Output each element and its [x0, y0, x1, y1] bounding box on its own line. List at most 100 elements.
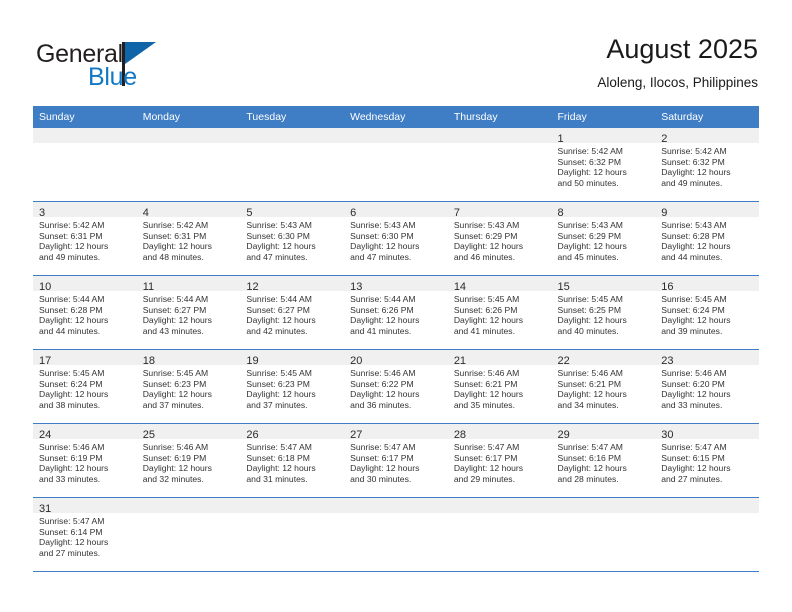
calendar-day-cell[interactable]: 18 Sunrise: 5:45 AM Sunset: 6:23 PM Dayligh… — [136, 349, 241, 424]
day-detail-lines: Sunrise: 5:44 AM Sunset: 6:27 PM Daylight:… — [137, 291, 241, 336]
day-number-strip — [240, 128, 345, 143]
calendar-day-cell[interactable]: 29 Sunrise: 5:47 AM Sunset: 6:16 PM Dayligh… — [551, 423, 656, 498]
sunrise-text: Sunrise: 5:44 AM — [246, 294, 312, 304]
daylight-text: Daylight: 12 hours — [661, 167, 731, 178]
calendar-day-cell[interactable]: 13 Sunrise: 5:44 AM Sunset: 6:26 PM Dayligh… — [344, 275, 448, 350]
day-number-strip — [447, 498, 552, 513]
calendar-day-cell[interactable]: 3 Sunrise: 5:42 AM Sunset: 6:31 PM Daylight… — [33, 201, 137, 276]
daylight-text: Daylight: 12 hours — [557, 463, 627, 474]
daylight-text: Daylight: 12 hours — [350, 315, 420, 326]
sunrise-text: Sunrise: 5:44 AM — [39, 294, 105, 304]
calendar-day-cell[interactable]: 10 Sunrise: 5:44 AM Sunset: 6:28 PM Dayligh… — [33, 275, 137, 350]
calendar-day-cell[interactable]: 1 Sunrise: 5:42 AM Sunset: 6:32 PM Daylight… — [551, 128, 656, 202]
calendar-day-cell[interactable]: 15 Sunrise: 5:45 AM Sunset: 6:25 PM Dayligh… — [551, 275, 656, 350]
day-cell-inner: 23 Sunrise: 5:46 AM Sunset: 6:20 PM Dayligh… — [655, 350, 759, 423]
calendar-day-cell[interactable]: 17 Sunrise: 5:45 AM Sunset: 6:24 PM Dayligh… — [33, 349, 137, 424]
day-number-strip: 8 — [551, 202, 656, 219]
daylight-text-cont: and 49 minutes. — [39, 251, 101, 262]
calendar-day-cell[interactable]: 31 Sunrise: 5:47 AM Sunset: 6:14 PM Dayligh… — [33, 497, 137, 572]
day-detail-lines — [448, 143, 552, 146]
calendar-day-cell[interactable]: 14 Sunrise: 5:45 AM Sunset: 6:26 PM Dayligh… — [447, 275, 552, 350]
day-cell-inner — [655, 498, 759, 571]
day-cell-inner: 18 Sunrise: 5:45 AM Sunset: 6:23 PM Dayligh… — [136, 350, 241, 423]
calendar-day-cell[interactable]: 7 Sunrise: 5:43 AM Sunset: 6:29 PM Daylight… — [447, 201, 552, 276]
daylight-text: Daylight: 12 hours — [661, 315, 731, 326]
day-number-strip: 13 — [344, 276, 448, 293]
sunrise-text: Sunrise: 5:45 AM — [453, 294, 520, 304]
day-cell-inner: 22 Sunrise: 5:46 AM Sunset: 6:21 PM Dayligh… — [551, 350, 656, 423]
sunrise-text: Sunrise: 5:46 AM — [661, 368, 727, 378]
daylight-text-cont: and 43 minutes. — [142, 325, 204, 336]
sunrise-text: Sunrise: 5:42 AM — [557, 146, 623, 156]
day-number-strip — [655, 498, 759, 513]
day-cell-inner: 1 Sunrise: 5:42 AM Sunset: 6:32 PM Daylight… — [551, 128, 656, 201]
calendar-day-cell[interactable]: 26 Sunrise: 5:47 AM Sunset: 6:18 PM Dayligh… — [240, 423, 345, 498]
daylight-text: Daylight: 12 hours — [557, 241, 627, 252]
day-detail-lines: Sunrise: 5:42 AM Sunset: 6:31 PM Daylight:… — [33, 217, 137, 262]
calendar-day-cell[interactable]: 28 Sunrise: 5:47 AM Sunset: 6:17 PM Dayligh… — [447, 423, 552, 498]
day-cell-inner — [344, 128, 448, 201]
calendar-page: General Blue August 2025 Aloleng, Ilocos… — [0, 0, 792, 612]
day-detail-lines: Sunrise: 5:44 AM Sunset: 6:27 PM Daylight:… — [240, 291, 344, 336]
day-detail-lines: Sunrise: 5:43 AM Sunset: 6:28 PM Daylight:… — [655, 217, 759, 262]
calendar-day-cell[interactable]: 4 Sunrise: 5:42 AM Sunset: 6:31 PM Daylight… — [136, 201, 241, 276]
sunrise-text: Sunrise: 5:43 AM — [557, 220, 623, 230]
calendar-day-cell[interactable]: 8 Sunrise: 5:43 AM Sunset: 6:29 PM Daylight… — [551, 201, 656, 276]
day-number-strip: 26 — [240, 424, 345, 441]
calendar-day-cell[interactable]: 6 Sunrise: 5:43 AM Sunset: 6:30 PM Daylight… — [344, 201, 448, 276]
weekday-header-saturday: Saturday — [655, 106, 759, 128]
sunset-text: Sunset: 6:23 PM — [142, 378, 207, 389]
sunrise-text: Sunrise: 5:42 AM — [142, 220, 209, 230]
day-detail-lines — [655, 513, 759, 516]
calendar-day-cell[interactable]: 30 Sunrise: 5:47 AM Sunset: 6:15 PM Dayligh… — [655, 423, 759, 498]
day-number-strip: 29 — [551, 424, 656, 441]
calendar-day-cell[interactable]: 9 Sunrise: 5:43 AM Sunset: 6:28 PM Daylight… — [655, 201, 759, 276]
calendar-day-cell[interactable]: 5 Sunrise: 5:43 AM Sunset: 6:30 PM Daylight… — [240, 201, 345, 276]
sunrise-text: Sunrise: 5:46 AM — [39, 442, 105, 452]
calendar-day-cell[interactable]: 11 Sunrise: 5:44 AM Sunset: 6:27 PM Dayligh… — [136, 275, 241, 350]
calendar-week-row: 31 Sunrise: 5:47 AM Sunset: 6:14 PM Dayligh… — [33, 497, 759, 572]
day-detail-lines: Sunrise: 5:46 AM Sunset: 6:19 PM Daylight:… — [33, 439, 137, 484]
day-detail-lines: Sunrise: 5:47 AM Sunset: 6:17 PM Daylight:… — [448, 439, 552, 484]
daylight-text: Daylight: 12 hours — [39, 463, 109, 474]
day-cell-inner — [447, 498, 552, 571]
calendar-day-cell[interactable]: 19 Sunrise: 5:45 AM Sunset: 6:23 PM Dayligh… — [240, 349, 345, 424]
day-cell-inner: 30 Sunrise: 5:47 AM Sunset: 6:15 PM Dayligh… — [655, 424, 759, 497]
sunrise-text: Sunrise: 5:42 AM — [39, 220, 105, 230]
day-number: 15 — [557, 281, 570, 293]
day-number-strip: 5 — [240, 202, 345, 219]
weekday-header-friday: Friday — [551, 106, 656, 128]
calendar-day-cell[interactable]: 12 Sunrise: 5:44 AM Sunset: 6:27 PM Dayligh… — [240, 275, 345, 350]
calendar-day-cell[interactable]: 21 Sunrise: 5:46 AM Sunset: 6:21 PM Dayligh… — [447, 349, 552, 424]
day-number: 23 — [661, 355, 674, 367]
day-detail-lines — [344, 143, 448, 146]
calendar-day-cell[interactable]: 27 Sunrise: 5:47 AM Sunset: 6:17 PM Dayligh… — [344, 423, 448, 498]
day-number-strip: 3 — [33, 202, 137, 219]
calendar-day-cell[interactable]: 22 Sunrise: 5:46 AM Sunset: 6:21 PM Dayligh… — [551, 349, 656, 424]
day-cell-inner: 7 Sunrise: 5:43 AM Sunset: 6:29 PM Daylight… — [447, 202, 552, 275]
day-detail-lines: Sunrise: 5:43 AM Sunset: 6:30 PM Daylight:… — [240, 217, 344, 262]
sunset-text: Sunset: 6:19 PM — [39, 452, 103, 463]
sunset-text: Sunset: 6:28 PM — [661, 230, 725, 241]
daylight-text: Daylight: 12 hours — [39, 315, 109, 326]
calendar-day-cell[interactable]: 20 Sunrise: 5:46 AM Sunset: 6:22 PM Dayligh… — [344, 349, 448, 424]
general-blue-logo[interactable]: General Blue — [36, 40, 246, 96]
page-title: August 2025 — [606, 34, 758, 64]
calendar-day-cell[interactable]: 2 Sunrise: 5:42 AM Sunset: 6:32 PM Daylight… — [655, 128, 759, 202]
day-detail-lines: Sunrise: 5:45 AM Sunset: 6:23 PM Daylight:… — [137, 365, 241, 410]
calendar-day-cell[interactable]: 25 Sunrise: 5:46 AM Sunset: 6:19 PM Dayligh… — [136, 423, 241, 498]
sunset-text: Sunset: 6:31 PM — [142, 230, 207, 241]
day-cell-inner: 6 Sunrise: 5:43 AM Sunset: 6:30 PM Daylight… — [344, 202, 448, 275]
day-number-strip: 2 — [655, 128, 759, 145]
daylight-text-cont: and 38 minutes. — [39, 399, 101, 410]
day-number: 20 — [350, 355, 363, 367]
daylight-text: Daylight: 12 hours — [661, 389, 731, 400]
calendar-day-cell[interactable]: 24 Sunrise: 5:46 AM Sunset: 6:19 PM Dayligh… — [33, 423, 137, 498]
daylight-text-cont: and 46 minutes. — [453, 251, 515, 262]
day-cell-inner: 3 Sunrise: 5:42 AM Sunset: 6:31 PM Daylight… — [33, 202, 137, 275]
sunrise-text: Sunrise: 5:42 AM — [661, 146, 727, 156]
daylight-text-cont: and 49 minutes. — [661, 177, 723, 188]
calendar-day-cell[interactable]: 23 Sunrise: 5:46 AM Sunset: 6:20 PM Dayligh… — [655, 349, 759, 424]
calendar-day-cell[interactable]: 16 Sunrise: 5:45 AM Sunset: 6:24 PM Dayligh… — [655, 275, 759, 350]
day-detail-lines: Sunrise: 5:43 AM Sunset: 6:30 PM Daylight:… — [344, 217, 448, 262]
